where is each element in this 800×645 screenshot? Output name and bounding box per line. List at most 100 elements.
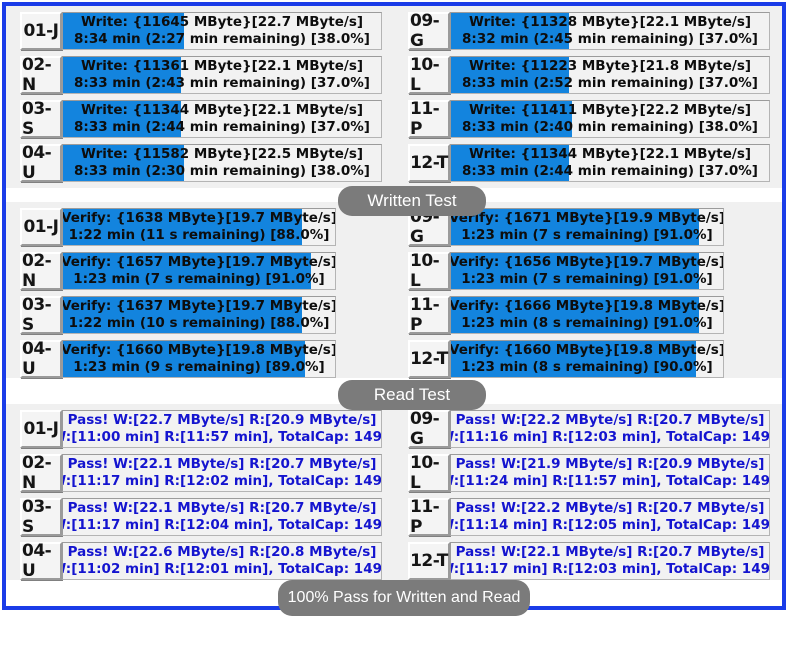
result-text-line-1: Pass! W:[21.9 MByte/s] R:[20.9 MByte/s] <box>455 456 765 472</box>
progress-text-highlight-clip: Verify: {1657 MByte}[19.7 MByte/s]1:23 m… <box>63 253 311 289</box>
result-text-line-2: : W:[11:17 min] R:[12:04 min], TotalCap:… <box>63 517 382 533</box>
result-text-line-1: Pass! W:[22.2 MByte/s] R:[20.7 MByte/s] <box>455 412 765 428</box>
result-text-line-1: Pass! W:[22.2 MByte/s] R:[20.7 MByte/s] <box>455 500 765 516</box>
progress-bar: Write: {11361 MByte}[22.1 MByte/s] 8:33 m… <box>62 56 382 94</box>
progress-bar: Verify: {1660 MByte}[19.8 MByte/s] 1:23 m… <box>450 340 724 378</box>
progress-bar-text: Write: {11344 MByte}[22.1 MByte/s]8:33 m… <box>63 101 181 137</box>
result-text-line-2: : W:[11:16 min] R:[12:03 min], TotalCap:… <box>451 429 770 445</box>
device-label-chip[interactable]: 03-S <box>20 99 62 139</box>
result-text: Pass! W:[22.2 MByte/s] R:[20.7 MByte/s]:… <box>451 411 769 447</box>
result-text: Pass! W:[22.6 MByte/s] R:[20.8 MByte/s]:… <box>63 543 381 579</box>
device-label-chip[interactable]: 10-L <box>408 453 450 493</box>
device-progress-row: 02-N Verify: {1657 MByte}[19.7 MByte/s] 1:… <box>6 251 394 291</box>
device-label-chip[interactable]: 11-P <box>408 497 450 537</box>
progress-text-highlight-clip: Verify: {1660 MByte}[19.8 MByte/s]1:23 m… <box>63 341 305 377</box>
device-progress-row: 11-P Write: {11411 MByte}[22.2 MByte/s] 8:… <box>394 99 782 139</box>
progress-bar: Verify: {1656 MByte}[19.7 MByte/s] 1:23 m… <box>450 252 724 290</box>
device-result-row: 04-U Pass! W:[22.6 MByte/s] R:[20.8 MByte… <box>6 541 394 581</box>
device-label-chip[interactable]: 01-J <box>20 12 62 50</box>
progress-bar-text: Write: {11223 MByte}[21.8 MByte/s]8:33 m… <box>451 57 569 93</box>
result-text-box: Pass! W:[22.7 MByte/s] R:[20.9 MByte/s]:… <box>62 410 382 448</box>
device-progress-row: 04-U Verify: {1660 MByte}[19.8 MByte/s] 1:… <box>6 339 394 379</box>
pass-results-column-left: 01-J Pass! W:[22.7 MByte/s] R:[20.9 MByte… <box>6 410 394 586</box>
device-label-chip[interactable]: 02-N <box>20 251 62 291</box>
result-text: Pass! W:[21.9 MByte/s] R:[20.9 MByte/s]:… <box>451 455 769 491</box>
progress-text-highlight-clip: Verify: {1638 MByte}[19.7 MByte/s]1:22 m… <box>63 209 302 245</box>
read-test-column-left: 01-J Verify: {1638 MByte}[19.7 MByte/s] 1:… <box>6 208 394 384</box>
progress-text-highlight-clip: Write: {11645 MByte}[22.7 MByte/s]8:34 m… <box>63 13 184 49</box>
progress-bar-text: Write: {11328 MByte}[22.1 MByte/s]8:32 m… <box>451 13 569 49</box>
result-text: Pass! W:[22.1 MByte/s] R:[20.7 MByte/s]:… <box>63 499 381 535</box>
progress-bar: Write: {11645 MByte}[22.7 MByte/s] 8:34 m… <box>62 12 382 50</box>
result-text-line-2: : W:[11:00 min] R:[11:57 min], TotalCap:… <box>63 429 382 445</box>
pass-results-column-right: 09-G Pass! W:[22.2 MByte/s] R:[20.7 MByte… <box>394 409 782 586</box>
device-label-chip[interactable]: 12-T <box>408 340 450 378</box>
result-text-line-1: Pass! W:[22.7 MByte/s] R:[20.9 MByte/s] <box>67 412 377 428</box>
pass-results-section: 01-J Pass! W:[22.7 MByte/s] R:[20.9 MByte… <box>6 404 782 581</box>
result-text-line-1: Pass! W:[22.1 MByte/s] R:[20.7 MByte/s] <box>455 544 765 560</box>
device-label-chip[interactable]: 09-G <box>408 11 450 51</box>
device-label-chip[interactable]: 11-P <box>408 99 450 139</box>
device-label-chip[interactable]: 12-T <box>408 144 450 182</box>
device-result-row: 12-T Pass! W:[22.1 MByte/s] R:[20.7 MByte… <box>394 542 782 580</box>
status-badge-read-test: Read Test <box>338 380 486 410</box>
written-test-column-left: 01-J Write: {11645 MByte}[22.7 MByte/s] 8:… <box>6 12 394 194</box>
device-label-chip[interactable]: 04-U <box>20 339 62 379</box>
device-label-chip[interactable]: 11-P <box>408 295 450 335</box>
device-label-chip[interactable]: 10-L <box>408 251 450 291</box>
result-text-line-2: : W:[11:17 min] R:[12:02 min], TotalCap:… <box>63 473 382 489</box>
progress-bar: Verify: {1666 MByte}[19.8 MByte/s] 1:23 m… <box>450 296 724 334</box>
progress-bar: Write: {11411 MByte}[22.2 MByte/s] 8:33 m… <box>450 100 770 138</box>
device-label-chip[interactable]: 01-J <box>20 208 62 246</box>
progress-bar-text: Write: {11582 MByte}[22.5 MByte/s]8:33 m… <box>63 145 184 181</box>
progress-text-highlight-clip: Verify: {1660 MByte}[19.8 MByte/s]1:23 m… <box>451 341 696 377</box>
result-text-line-2: : W:[11:17 min] R:[12:03 min], TotalCap:… <box>451 561 770 577</box>
progress-text-highlight-clip: Verify: {1656 MByte}[19.7 MByte/s]1:23 m… <box>451 253 699 289</box>
written-test-section: 01-J Write: {11645 MByte}[22.7 MByte/s] 8:… <box>6 6 782 188</box>
device-label-chip[interactable]: 01-J <box>20 410 62 448</box>
device-label-chip[interactable]: 10-L <box>408 55 450 95</box>
result-text-line-1: Pass! W:[22.1 MByte/s] R:[20.7 MByte/s] <box>67 500 377 516</box>
progress-text-highlight-clip: Write: {11223 MByte}[21.8 MByte/s]8:33 m… <box>451 57 569 93</box>
result-text-box: Pass! W:[22.1 MByte/s] R:[20.7 MByte/s]:… <box>62 454 382 492</box>
written-test-column-right: 09-G Write: {11328 MByte}[22.1 MByte/s] 8:… <box>394 11 782 194</box>
progress-text-highlight-clip: Write: {11582 MByte}[22.5 MByte/s]8:33 m… <box>63 145 184 181</box>
progress-bar-text: Verify: {1638 MByte}[19.7 MByte/s]1:22 m… <box>63 209 302 245</box>
result-text-line-1: Pass! W:[22.1 MByte/s] R:[20.7 MByte/s] <box>67 456 377 472</box>
progress-bar-text: Verify: {1656 MByte}[19.7 MByte/s]1:23 m… <box>451 253 699 289</box>
progress-text-highlight-clip: Write: {11344 MByte}[22.1 MByte/s]8:33 m… <box>63 101 181 137</box>
device-label-chip[interactable]: 02-N <box>20 55 62 95</box>
progress-bar-text: Verify: {1660 MByte}[19.8 MByte/s]1:23 m… <box>451 341 696 377</box>
device-label-chip[interactable]: 09-G <box>408 409 450 449</box>
progress-bar: Verify: {1657 MByte}[19.7 MByte/s] 1:23 m… <box>62 252 336 290</box>
device-progress-row: 03-S Verify: {1637 MByte}[19.7 MByte/s] 1:… <box>6 295 394 335</box>
device-label-chip[interactable]: 02-N <box>20 453 62 493</box>
progress-bar-text: Write: {11344 MByte}[22.1 MByte/s]8:33 m… <box>451 145 569 181</box>
progress-bar-text: Verify: {1671 MByte}[19.9 MByte/s]1:23 m… <box>451 209 699 245</box>
progress-text-highlight-clip: Verify: {1637 MByte}[19.7 MByte/s]1:22 m… <box>63 297 302 333</box>
status-badge-final-result: 100% Pass for Written and Read <box>278 580 530 616</box>
result-text: Pass! W:[22.2 MByte/s] R:[20.7 MByte/s]:… <box>451 499 769 535</box>
device-label-chip[interactable]: 04-U <box>20 541 62 581</box>
device-progress-row: 01-J Write: {11645 MByte}[22.7 MByte/s] 8:… <box>6 12 394 50</box>
read-test-column-right: 09-G Verify: {1671 MByte}[19.9 MByte/s] 1:… <box>394 207 782 384</box>
device-label-chip[interactable]: 03-S <box>20 497 62 537</box>
progress-bar-text: Write: {11411 MByte}[22.2 MByte/s]8:33 m… <box>451 101 572 137</box>
device-label-chip[interactable]: 12-T <box>408 542 450 580</box>
device-label-chip[interactable]: 03-S <box>20 295 62 335</box>
device-label-chip[interactable]: 04-U <box>20 143 62 183</box>
progress-bar-text: Write: {11645 MByte}[22.7 MByte/s]8:34 m… <box>63 13 184 49</box>
result-text-box: Pass! W:[22.2 MByte/s] R:[20.7 MByte/s]:… <box>450 410 770 448</box>
progress-bar-text: Verify: {1657 MByte}[19.7 MByte/s]1:23 m… <box>63 253 311 289</box>
read-test-section: 01-J Verify: {1638 MByte}[19.7 MByte/s] 1:… <box>6 202 782 379</box>
progress-bar: Write: {11344 MByte}[22.1 MByte/s] 8:33 m… <box>450 144 770 182</box>
device-result-row: 01-J Pass! W:[22.7 MByte/s] R:[20.9 MByte… <box>6 410 394 448</box>
progress-bar-text: Verify: {1666 MByte}[19.8 MByte/s]1:23 m… <box>451 297 699 333</box>
progress-bar: Verify: {1638 MByte}[19.7 MByte/s] 1:22 m… <box>62 208 336 246</box>
device-progress-row: 12-T Write: {11344 MByte}[22.1 MByte/s] 8:… <box>394 144 782 182</box>
result-text-line-2: : W:[11:14 min] R:[12:05 min], TotalCap:… <box>451 517 770 533</box>
progress-bar-text: Verify: {1637 MByte}[19.7 MByte/s]1:22 m… <box>63 297 302 333</box>
progress-bar: Verify: {1637 MByte}[19.7 MByte/s] 1:22 m… <box>62 296 336 334</box>
device-progress-row: 10-L Verify: {1656 MByte}[19.7 MByte/s] 1:… <box>394 251 782 291</box>
progress-bar-text: Verify: {1660 MByte}[19.8 MByte/s]1:23 m… <box>63 341 305 377</box>
